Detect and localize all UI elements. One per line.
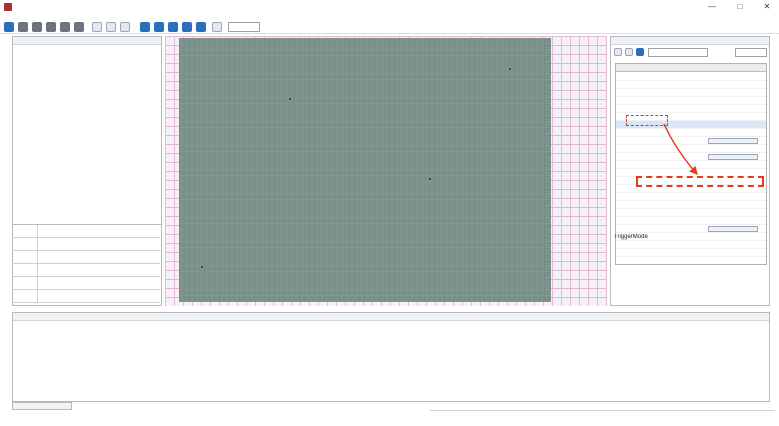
status-bar xyxy=(430,410,775,420)
feature-value xyxy=(708,114,758,120)
refresh-icon[interactable] xyxy=(18,22,28,32)
feature-value xyxy=(708,202,758,208)
search-input[interactable] xyxy=(648,48,708,57)
table-row xyxy=(12,251,160,264)
play-icon[interactable] xyxy=(32,22,42,32)
description-title: TriggerMode xyxy=(614,234,648,240)
feature-value xyxy=(708,130,758,136)
feature-row[interactable] xyxy=(616,105,766,113)
image-speck xyxy=(429,178,431,180)
feature-row[interactable] xyxy=(616,153,766,161)
feature-row[interactable] xyxy=(616,145,766,153)
close-button[interactable]: ✕ xyxy=(760,2,774,12)
property-value xyxy=(37,238,160,250)
feature-value xyxy=(708,218,758,224)
feature-command-button[interactable] xyxy=(708,138,758,144)
device-properties-table xyxy=(12,224,162,304)
panel-title xyxy=(13,37,161,45)
feature-value xyxy=(708,194,758,200)
feature-value xyxy=(708,82,758,88)
table-row xyxy=(12,225,160,238)
log-tabs[interactable] xyxy=(12,402,72,410)
settings-icon[interactable] xyxy=(196,22,206,32)
table-row xyxy=(12,264,160,277)
feature-row[interactable] xyxy=(616,97,766,105)
stop-icon[interactable] xyxy=(46,22,56,32)
feature-row[interactable] xyxy=(616,129,766,137)
feature-row[interactable] xyxy=(616,81,766,89)
expand-icon[interactable] xyxy=(614,48,622,56)
grid-icon[interactable] xyxy=(120,22,130,32)
property-value xyxy=(37,251,160,263)
table-row xyxy=(12,238,160,251)
app-icon xyxy=(4,3,12,11)
feature-value xyxy=(708,98,758,104)
connect-icon[interactable] xyxy=(4,22,14,32)
feature-row[interactable] xyxy=(616,137,766,145)
title-bar: — □ ✕ xyxy=(0,0,779,14)
image-display-area[interactable] xyxy=(165,36,607,306)
search-icon[interactable] xyxy=(636,48,644,56)
toolbar xyxy=(0,20,779,34)
window-icon[interactable] xyxy=(154,22,164,32)
feature-row[interactable] xyxy=(616,193,766,201)
layout-icon[interactable] xyxy=(140,22,150,32)
feature-row[interactable] xyxy=(616,73,766,81)
help-text xyxy=(21,327,761,397)
split-icon[interactable] xyxy=(168,22,178,32)
panel-title xyxy=(611,37,769,45)
feature-command-button[interactable] xyxy=(708,154,758,160)
feature-value xyxy=(708,162,758,168)
image-speck xyxy=(289,98,291,100)
feature-value xyxy=(708,74,758,80)
feature-value xyxy=(708,106,758,112)
fit-icon[interactable] xyxy=(92,22,102,32)
feature-row[interactable] xyxy=(616,89,766,97)
zoom-icon[interactable] xyxy=(212,22,222,32)
image-speck xyxy=(509,68,511,70)
feature-description: TriggerMode xyxy=(614,234,768,304)
feature-row-trigger-mode[interactable] xyxy=(616,209,766,217)
property-value xyxy=(37,264,160,276)
feature-row[interactable] xyxy=(616,225,766,233)
feature-row[interactable] xyxy=(616,217,766,225)
feature-value xyxy=(708,122,758,128)
zoom-input[interactable] xyxy=(228,22,260,32)
visibility-select[interactable] xyxy=(735,48,767,57)
feature-value xyxy=(708,90,758,96)
record-icon[interactable] xyxy=(60,22,70,32)
highlight-box-trigger-mode xyxy=(636,176,764,187)
maximize-button[interactable]: □ xyxy=(733,2,747,12)
feature-value xyxy=(708,146,758,152)
minimize-button[interactable]: — xyxy=(705,2,719,12)
feature-grid-header xyxy=(616,64,766,72)
save-icon[interactable] xyxy=(74,22,84,32)
table-row xyxy=(12,290,160,303)
feature-value xyxy=(708,210,758,216)
highlight-box-trigger-category xyxy=(626,115,668,126)
table-row xyxy=(12,277,160,290)
property-value xyxy=(37,290,160,302)
image-speck xyxy=(201,266,203,268)
property-value xyxy=(37,277,160,289)
camera-image[interactable] xyxy=(179,38,551,302)
feature-row[interactable] xyxy=(616,161,766,169)
help-panel xyxy=(12,312,770,402)
property-value xyxy=(37,225,160,237)
one-to-one-icon[interactable] xyxy=(106,22,116,32)
collapse-icon[interactable] xyxy=(625,48,633,56)
panel-icon[interactable] xyxy=(182,22,192,32)
feature-search-row xyxy=(611,47,769,59)
feature-row[interactable] xyxy=(616,201,766,209)
feature-command-button[interactable] xyxy=(708,226,758,232)
panel-title xyxy=(13,313,769,321)
